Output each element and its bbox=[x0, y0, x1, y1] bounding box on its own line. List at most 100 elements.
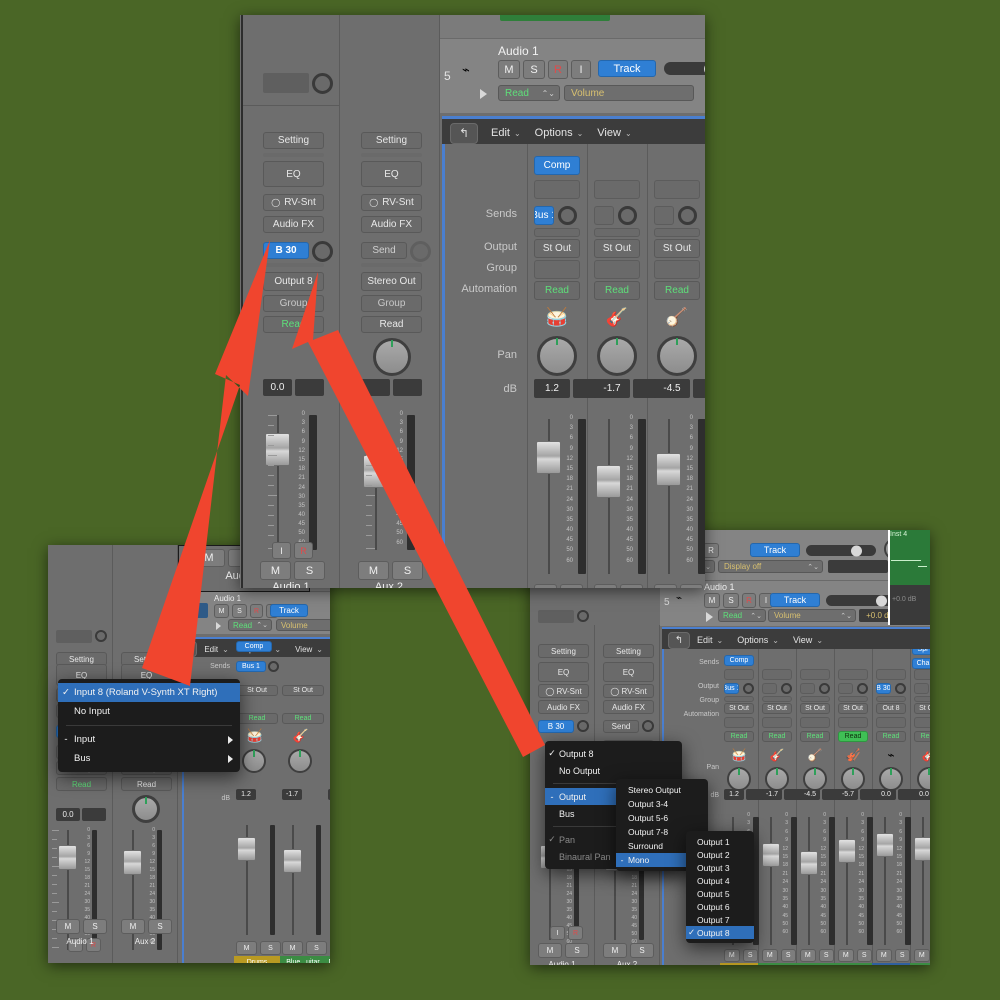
volume-slider[interactable] bbox=[806, 545, 876, 556]
db-value[interactable]: -1.7 bbox=[594, 379, 630, 398]
menu-item[interactable]: Output 5 bbox=[686, 887, 754, 900]
input-button[interactable]: I bbox=[550, 926, 565, 940]
send-slot-2[interactable] bbox=[654, 228, 700, 237]
menu-item[interactable]: No Output bbox=[545, 762, 682, 779]
solo-button[interactable]: S bbox=[83, 919, 107, 934]
pan-knob[interactable] bbox=[917, 767, 930, 791]
automation-button[interactable]: Read bbox=[534, 281, 580, 300]
volume-fader[interactable] bbox=[596, 465, 621, 498]
menu-item[interactable]: Output 3 bbox=[686, 861, 754, 874]
output-st-out[interactable]: St Out bbox=[236, 685, 278, 696]
output-button[interactable]: St Out bbox=[594, 239, 640, 258]
pan-knob[interactable] bbox=[727, 767, 751, 791]
instrument-knob[interactable] bbox=[95, 630, 107, 642]
volume-fader[interactable] bbox=[914, 837, 930, 861]
power-circle-icon[interactable]: ◯ bbox=[369, 198, 378, 207]
solo-button[interactable]: S bbox=[565, 943, 589, 958]
output-button[interactable]: St Out bbox=[534, 239, 580, 258]
send-slot[interactable]: Send bbox=[361, 242, 407, 259]
db-value[interactable] bbox=[361, 379, 390, 396]
mixer-channel-strip[interactable]: St Out Read 🎸 -1.7 0 3 6 9 12 15 18 21 24 30 35 40 45 50 6… bbox=[758, 649, 804, 965]
record-button[interactable]: R bbox=[250, 604, 263, 618]
mute-button[interactable]: M bbox=[56, 919, 80, 934]
audio-fx-button[interactable]: Audio FX bbox=[361, 216, 422, 233]
send-slot[interactable] bbox=[594, 206, 614, 225]
mute-button[interactable]: M bbox=[654, 584, 677, 588]
solo-button[interactable]: S bbox=[742, 949, 758, 962]
instrument-knob[interactable] bbox=[312, 73, 333, 94]
track-name-dulcimer[interactable]: D bbox=[326, 956, 330, 963]
mute-button[interactable]: M bbox=[724, 949, 740, 962]
mono-output-submenu[interactable]: Output 1 Output 2 Output 3 Output 4 Output 5… bbox=[686, 831, 754, 943]
mute-button[interactable]: M bbox=[800, 949, 816, 962]
mute-solo-group[interactable]: MS bbox=[762, 949, 796, 962]
menu-item[interactable]: Output 7 bbox=[686, 913, 754, 926]
send-slot-2[interactable] bbox=[724, 696, 754, 702]
rv-snt-button-a[interactable]: ◯ RV-Snt bbox=[538, 684, 589, 698]
send-knob-b[interactable] bbox=[642, 720, 654, 732]
setting-button[interactable]: Setting bbox=[361, 132, 422, 149]
mute-button[interactable]: M bbox=[236, 941, 257, 955]
volume-fader-1[interactable] bbox=[237, 837, 256, 861]
record-button[interactable]: R bbox=[742, 593, 756, 608]
play-triangle-icon[interactable] bbox=[480, 89, 487, 99]
track-button[interactable]: Track bbox=[750, 543, 800, 557]
menu-item[interactable]: ✓ Input 8 (Roland V-Synth XT Right) bbox=[58, 683, 240, 702]
output-button[interactable]: St Out bbox=[914, 703, 930, 714]
automation-read[interactable]: Read bbox=[236, 713, 278, 724]
volume-slider[interactable] bbox=[664, 62, 705, 75]
rv-snt-button[interactable]: ◯ RV-Snt bbox=[361, 194, 422, 211]
send-knob[interactable] bbox=[743, 683, 754, 694]
track-name-bar[interactable]: Small bbox=[910, 963, 930, 965]
send-slot-2[interactable] bbox=[762, 696, 792, 702]
peak-value[interactable] bbox=[82, 808, 106, 821]
send-slot-2[interactable] bbox=[876, 696, 906, 702]
view-menu-button[interactable]: View ⌄ bbox=[786, 631, 830, 649]
track-button[interactable]: Track bbox=[770, 593, 820, 607]
channel-strip-audio1[interactable]: Setting EQ ◯ RV-Snt Audio FX B 30 Output… bbox=[243, 15, 339, 588]
output-button[interactable]: St Out bbox=[762, 703, 792, 714]
group-button[interactable] bbox=[800, 717, 830, 728]
pan-knob[interactable] bbox=[132, 795, 160, 823]
output-button[interactable]: St Out bbox=[724, 703, 754, 714]
options-menu-button[interactable]: Options ⌄ bbox=[730, 631, 786, 649]
menu-item[interactable]: Output 5-6 bbox=[616, 811, 708, 825]
pan-knob[interactable] bbox=[373, 338, 411, 376]
automation-button[interactable]: Read bbox=[361, 316, 422, 333]
plugin-slot-empty[interactable] bbox=[876, 669, 906, 680]
rv-snt-button[interactable]: ◯ RV-Snt bbox=[263, 194, 324, 211]
solo-button[interactable]: S bbox=[148, 919, 172, 934]
volume-fader[interactable] bbox=[536, 441, 561, 474]
group-button[interactable] bbox=[534, 260, 580, 279]
send-slot[interactable]: Bus 1 bbox=[534, 206, 554, 225]
plugin-slot-empty[interactable] bbox=[724, 669, 754, 680]
eq-button-b[interactable]: EQ bbox=[603, 662, 654, 682]
eq-button-a[interactable]: EQ bbox=[538, 662, 589, 682]
plugin-slot-empty[interactable] bbox=[534, 180, 580, 199]
send-slot[interactable] bbox=[914, 683, 929, 694]
volume-fader[interactable] bbox=[656, 453, 681, 486]
menu-item[interactable]: Output 6 bbox=[686, 900, 754, 913]
fader-track[interactable] bbox=[846, 817, 848, 945]
output-button[interactable]: St Out bbox=[654, 239, 700, 258]
eq-button[interactable]: EQ bbox=[361, 161, 422, 187]
channel-strip-aux2[interactable]: Setting EQ ◯ RV-Snt Audio FX Send Stereo… bbox=[341, 15, 437, 588]
setting-button-b[interactable]: Setting bbox=[603, 644, 654, 658]
mute-button[interactable]: M bbox=[603, 943, 627, 958]
mixer-channel-strip[interactable]: B 30 Out 8 Read ⌁ 0.0 0 3 6 9 12 15 18 21 24 30 35 40 45 5… bbox=[872, 649, 918, 965]
mixer-channel-strip[interactable]: St Out Read 🎸 -1.7 0 3 6 9 12 15 18 21 24 30 35 40 45 50 6… bbox=[587, 144, 669, 588]
menu-item[interactable]: Output 2 bbox=[686, 848, 754, 861]
solo-button[interactable]: S bbox=[680, 584, 703, 588]
automation-button[interactable]: Read bbox=[762, 731, 792, 742]
track-button[interactable]: Track bbox=[270, 604, 308, 617]
send-button-b[interactable]: Send bbox=[603, 720, 639, 733]
group-button[interactable] bbox=[724, 717, 754, 728]
automation-button[interactable]: Read bbox=[876, 731, 906, 742]
db-value-1[interactable]: 1.2 bbox=[236, 789, 256, 800]
send-slot[interactable] bbox=[654, 206, 674, 225]
mute-solo-group[interactable]: MS bbox=[654, 584, 703, 588]
plugin-slot-empty[interactable] bbox=[594, 180, 640, 199]
group-button[interactable]: Group bbox=[263, 295, 324, 312]
group-button[interactable] bbox=[594, 260, 640, 279]
volume-fader-2[interactable] bbox=[283, 849, 302, 873]
